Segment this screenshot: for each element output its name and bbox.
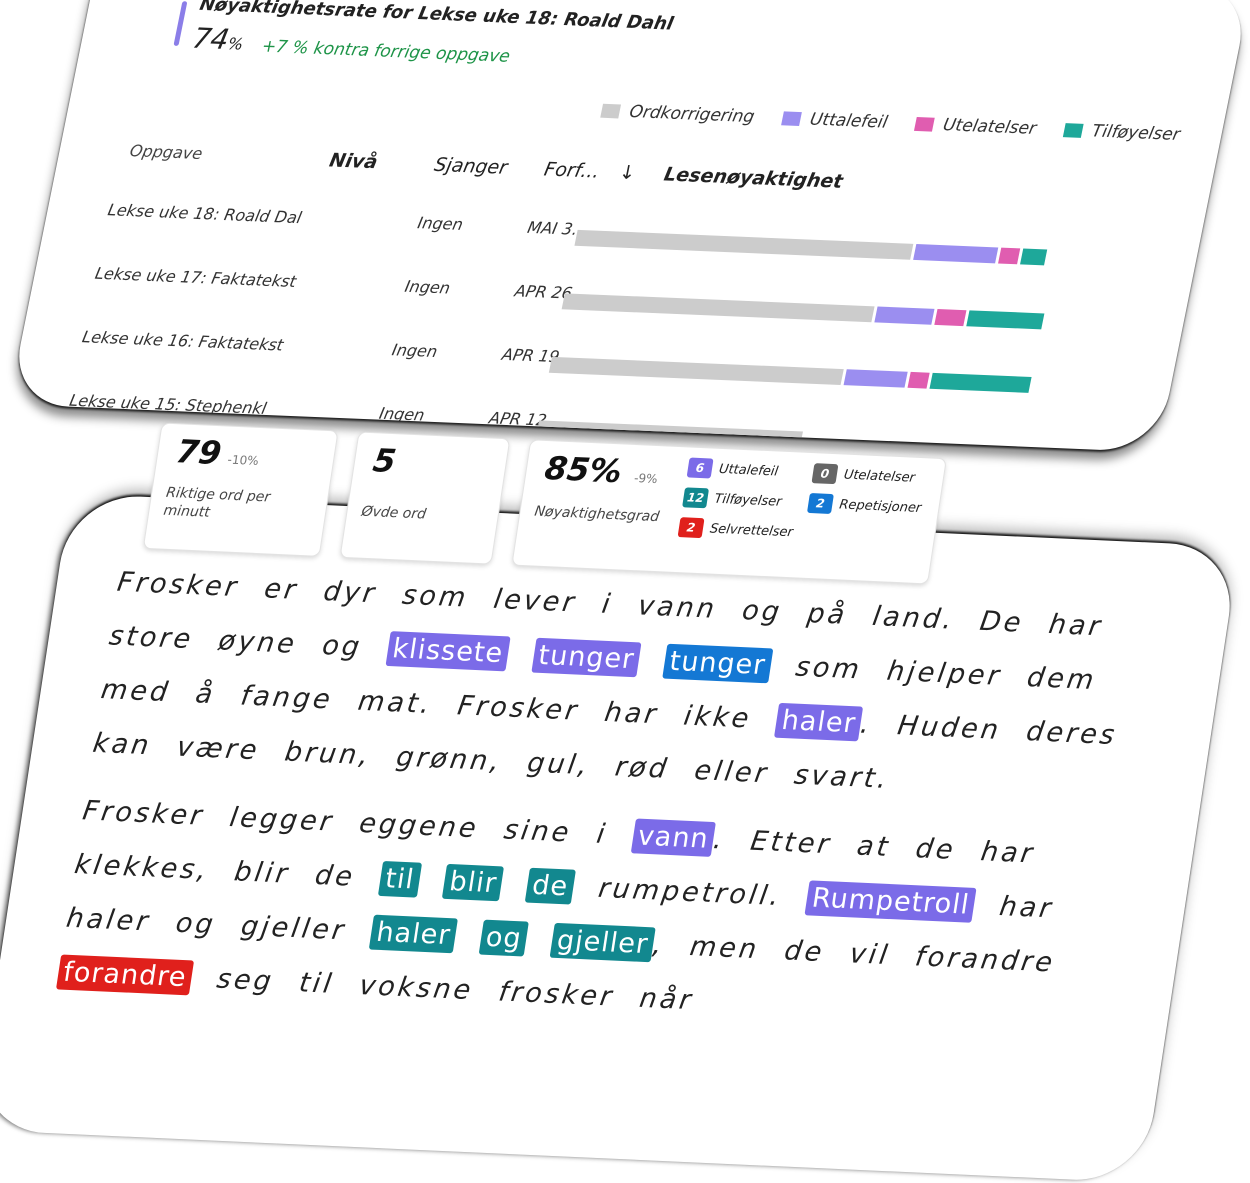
badge-label: Selvrettelser xyxy=(708,521,794,540)
passage-text: seg til voksne frosker når xyxy=(189,962,696,1017)
miscue-word[interactable]: til xyxy=(377,861,422,898)
legend-swatch xyxy=(913,116,935,132)
count-badge: 0 xyxy=(811,463,839,485)
bar-segment-tilføyelser xyxy=(929,372,1032,393)
passage-text: rumpetroll. xyxy=(570,871,810,914)
bar-segment-tilføyelser xyxy=(965,310,1045,330)
badge-label: Utelatelser xyxy=(842,467,917,486)
legend-item-insertions[interactable]: Tilføyelser xyxy=(1062,120,1182,145)
legend-swatch xyxy=(780,111,802,127)
miscue-word[interactable]: tunger xyxy=(662,643,774,684)
accuracy-rate-value: 85% xyxy=(542,449,625,491)
miscue-word[interactable]: Rumpetroll xyxy=(804,880,977,923)
column-header-accuracy[interactable]: Lesenøyaktighet xyxy=(662,164,845,193)
miscue-word[interactable]: de xyxy=(524,867,576,905)
count-badge: 2 xyxy=(677,517,705,539)
stats-row: 79 -10% Riktige ord per minutt 5 Øvde or… xyxy=(142,422,947,585)
legend-label: Tilføyelser xyxy=(1089,121,1182,145)
column-header-task[interactable]: Oppgave xyxy=(128,141,204,163)
bar-segment-ordkorrigering xyxy=(561,293,875,323)
task-name[interactable]: Lekse uke 15: Stephenkl xyxy=(68,391,268,418)
miscue-word[interactable]: klissete xyxy=(385,631,511,672)
count-badge: 12 xyxy=(682,487,710,509)
wpm-stat: 79 -10% Riktige ord per minutt xyxy=(142,422,339,557)
accuracy-rate-label: Nøyaktighetsgrad xyxy=(533,503,661,526)
legend-label: Uttalefeil xyxy=(808,109,890,133)
miscue-word[interactable]: og xyxy=(478,919,530,957)
legend-swatch xyxy=(1062,123,1084,138)
wpm-value: 79 xyxy=(173,432,224,473)
bar-segment-utelatelser xyxy=(907,371,930,389)
legend-item-omissions[interactable]: Utelatelser xyxy=(913,114,1038,139)
bar-segment-uttalefeil xyxy=(843,369,908,388)
miscue-word[interactable]: vann xyxy=(630,818,717,857)
passage-text: , men de vil forandre xyxy=(650,929,1058,979)
miscue-word[interactable]: gjeller xyxy=(549,922,656,963)
badge-label: Repetisjoner xyxy=(838,496,923,516)
bar-segment-ordkorrigering xyxy=(574,229,914,260)
task-name[interactable]: Lekse uke 18: Roald Dal xyxy=(106,200,303,227)
sort-arrow-icon[interactable]: ↓ xyxy=(617,162,637,185)
accuracy-bar xyxy=(561,293,1045,330)
accuracy-rate-delta: -9% xyxy=(633,471,659,487)
header-accent-bar xyxy=(173,1,188,46)
genre-cell: Ingen xyxy=(390,340,440,361)
column-header-genre[interactable]: Sjanger xyxy=(432,154,509,179)
badge-omissions: 0 Utelatelser xyxy=(811,463,916,488)
column-header-level[interactable]: Nivå xyxy=(327,149,379,173)
badge-mispronunciation: 6 Uttalefeil xyxy=(686,457,780,482)
miscue-word[interactable]: forandre xyxy=(55,954,195,996)
date-cell: MAI 3. xyxy=(525,217,580,239)
legend-item-mispronunciation[interactable]: Uttalefeil xyxy=(780,108,890,133)
accuracy-bar xyxy=(574,229,1057,266)
accuracy-delta: +7 % kontra forrige oppgave xyxy=(259,36,512,67)
passage-paragraph-1: Frosker er dyr som lever i vann og på la… xyxy=(89,556,1180,819)
genre-cell: Ingen xyxy=(403,276,452,298)
practiced-words-stat: 5 Øvde ord xyxy=(339,431,511,565)
legend-label: Utelatelser xyxy=(941,115,1039,139)
task-name[interactable]: Lekse uke 17: Faktatekst xyxy=(93,264,297,291)
accuracy-stat: 85% -9% Nøyaktighetsgrad 6 Uttalefeil 0 Ut… xyxy=(511,439,947,585)
genre-cell: Ingen xyxy=(415,213,465,234)
wpm-label: Riktige ord per minutt xyxy=(162,484,272,521)
report-title: Nøyaktighetsrate for Lekse uke 18: Roald… xyxy=(197,0,676,35)
badge-label: Tilføyelser xyxy=(713,491,783,510)
chart-legend: Ordkorrigering Uttalefeil Utelatelser Ti… xyxy=(600,101,1182,145)
badge-label: Uttalefeil xyxy=(717,461,780,479)
bar-segment-utelatelser xyxy=(934,308,967,327)
wpm-delta: -10% xyxy=(226,452,260,468)
count-badge: 2 xyxy=(806,493,834,514)
badge-repetitions: 2 Repetisjoner xyxy=(806,493,923,518)
passage-text: Frosker legger eggene sine i xyxy=(80,795,636,852)
badge-self-corrections: 2 Selvrettelser xyxy=(677,517,795,542)
legend-label: Ordkorrigering xyxy=(627,101,757,128)
reading-session-card: 79 -10% Riktige ord per minutt 5 Øvde or… xyxy=(0,422,1240,1183)
miscue-word[interactable]: haler xyxy=(774,702,864,742)
passage-paragraph-2: Frosker legger eggene sine i vann. Etter… xyxy=(54,785,1145,1048)
miscue-word[interactable]: haler xyxy=(369,914,459,954)
bar-segment-utelatelser xyxy=(998,247,1021,265)
bar-segment-uttalefeil xyxy=(874,306,935,325)
miscue-word[interactable]: tunger xyxy=(531,637,642,678)
column-header-due[interactable]: Forf... xyxy=(542,158,601,182)
bar-segment-ordkorrigering xyxy=(548,356,845,386)
bar-segment-tilføyelser xyxy=(1020,248,1048,266)
legend-swatch xyxy=(600,103,622,119)
practiced-label: Øvde ord xyxy=(360,503,428,523)
task-name[interactable]: Lekse uke 16: Faktatekst xyxy=(81,327,285,354)
legend-item-word-correction[interactable]: Ordkorrigering xyxy=(600,101,757,128)
bar-segment-uttalefeil xyxy=(913,244,999,264)
accuracy-bar xyxy=(548,356,1032,393)
practiced-value: 5 xyxy=(370,441,399,481)
count-badge: 6 xyxy=(686,457,714,479)
accuracy-unit: % xyxy=(226,34,246,54)
genre-cell: Ingen xyxy=(377,403,427,425)
accuracy-value: 74% xyxy=(190,22,247,57)
badge-insertions: 12 Tilføyelser xyxy=(682,487,783,511)
miscue-word[interactable]: blir xyxy=(442,863,505,902)
accuracy-report-card: Nøyaktighetsrate for Lekse uke 18: Roald… xyxy=(8,0,1250,453)
